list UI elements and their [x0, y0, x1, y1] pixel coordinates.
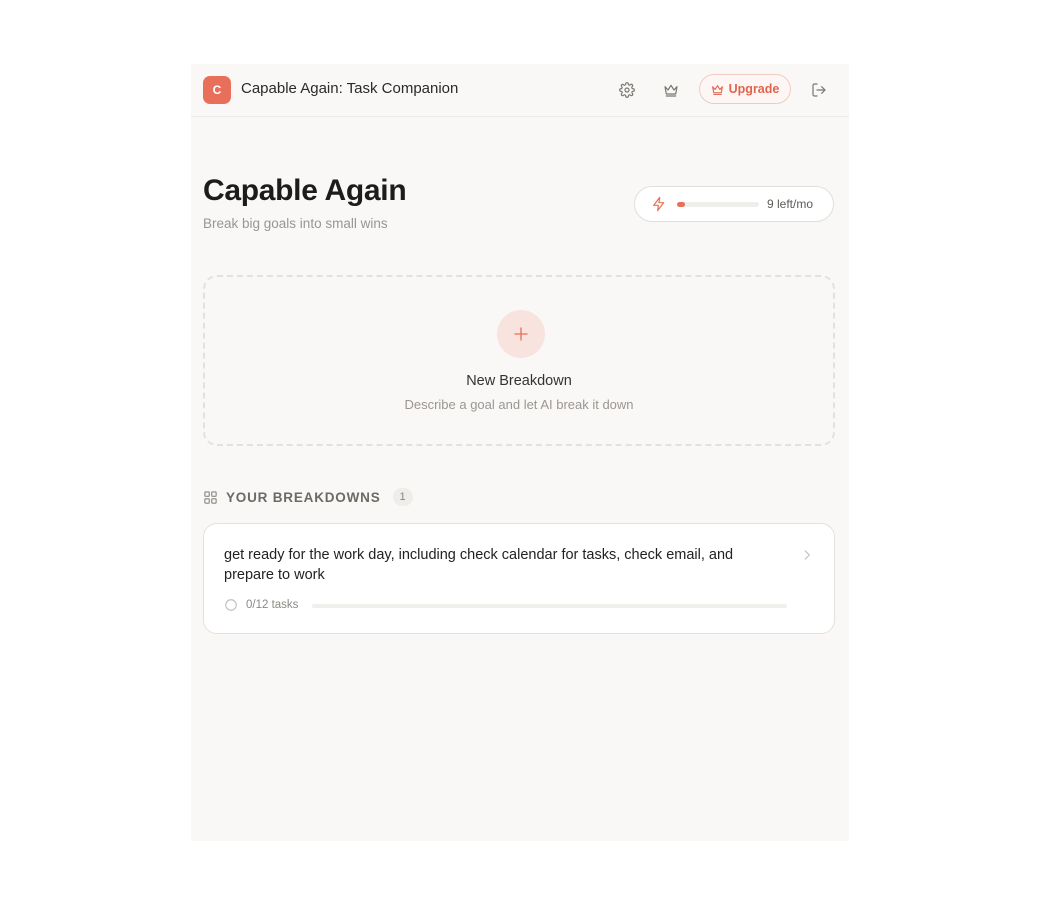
usage-quota: 9 left/mo: [634, 186, 834, 222]
crown-icon: [711, 84, 723, 95]
logout-icon: [812, 83, 826, 97]
page-subtitle: Break big goals into small wins: [203, 216, 388, 231]
plus-icon: [514, 327, 528, 341]
breakdowns-section-header: YOUR BREAKDOWNS 1: [203, 488, 413, 506]
new-breakdown-card[interactable]: New Breakdown Describe a goal and let AI…: [203, 275, 835, 446]
circle-status-icon: [225, 599, 237, 611]
bolt-icon: [653, 196, 665, 212]
premium-button[interactable]: [657, 76, 685, 104]
app-logo: C: [203, 76, 231, 104]
breakdowns-count-badge: 1: [392, 488, 413, 506]
settings-button[interactable]: [613, 76, 641, 104]
chevron-right-icon: [804, 550, 810, 560]
app-window: C Capable Again: Task Companion Upgrade: [191, 64, 849, 841]
upgrade-label: Upgrade: [728, 82, 780, 96]
new-breakdown-description: Describe a goal and let AI break it down: [404, 397, 634, 412]
breakdown-progress-label: 0/12 tasks: [246, 599, 299, 611]
breakdown-title: get ready for the work day, including ch…: [224, 547, 734, 583]
quota-progress-fill: [677, 202, 686, 207]
top-bar: C Capable Again: Task Companion Upgrade: [191, 64, 849, 117]
breakdown-card[interactable]: get ready for the work day, including ch…: [203, 523, 835, 634]
gear-icon: [619, 82, 635, 98]
section-label: YOUR BREAKDOWNS: [226, 489, 381, 505]
page-title: Capable Again: [203, 174, 407, 207]
logout-button[interactable]: [805, 76, 833, 104]
quota-progress-track: [677, 202, 759, 207]
upgrade-button[interactable]: Upgrade: [699, 74, 791, 104]
add-breakdown-button[interactable]: [497, 310, 545, 358]
breakdown-progress-track: [312, 604, 787, 608]
app-title: Capable Again: Task Companion: [241, 80, 459, 97]
grid-icon: [204, 490, 217, 504]
new-breakdown-title: New Breakdown: [466, 373, 572, 389]
crown-icon: [664, 84, 678, 97]
quota-label: 9 left/mo: [767, 197, 814, 211]
